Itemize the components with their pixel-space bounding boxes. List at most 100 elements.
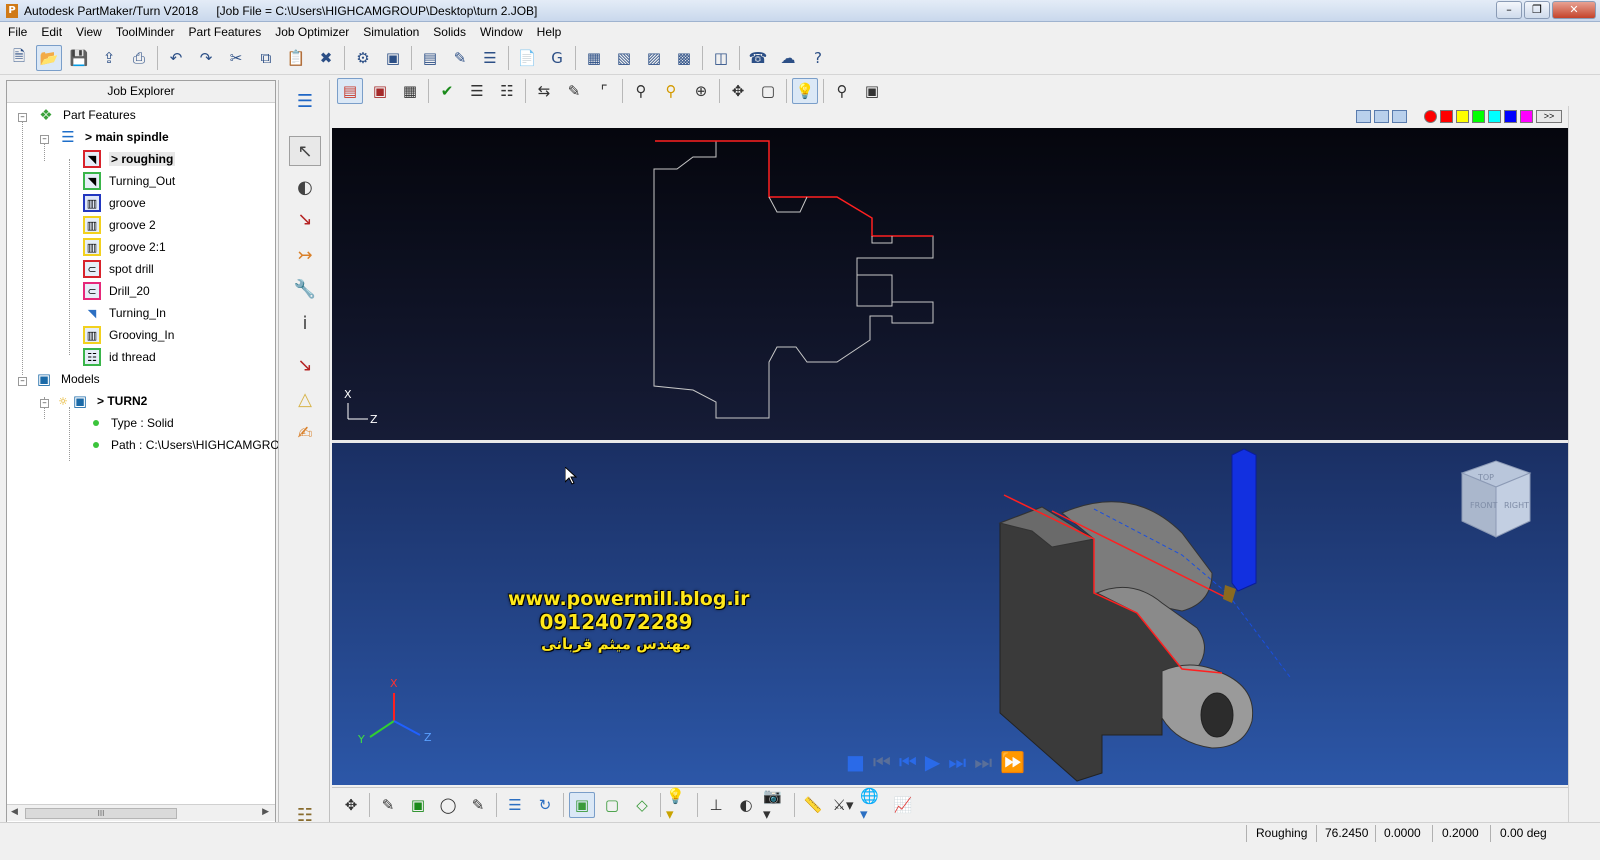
step-forward-icon[interactable]: ⏭ bbox=[974, 750, 992, 774]
layout-split-icon[interactable] bbox=[1374, 110, 1389, 123]
menu-toolminder[interactable]: ToolMinder bbox=[116, 25, 175, 39]
measure-axis-icon[interactable]: ⊥ bbox=[703, 792, 729, 818]
menu-view[interactable]: View bbox=[76, 25, 102, 39]
sync-icon[interactable]: ▨ bbox=[641, 45, 667, 71]
color-swatch-blue[interactable] bbox=[1504, 110, 1517, 123]
profile-icon[interactable]: ↘ bbox=[289, 350, 321, 380]
menu-window[interactable]: Window bbox=[480, 25, 523, 39]
fast-forward-icon[interactable]: ⏩ bbox=[1000, 750, 1025, 774]
color-swatch-magenta[interactable] bbox=[1520, 110, 1533, 123]
wireframe-view-icon[interactable]: ▢ bbox=[599, 792, 625, 818]
draw-line-icon[interactable]: ↘ bbox=[289, 204, 321, 234]
tree-item-groove-2-1[interactable]: ▥ groove 2:1 bbox=[83, 237, 166, 257]
rotate-icon[interactable]: ↻ bbox=[532, 792, 558, 818]
color-swatch-red-circle[interactable] bbox=[1424, 110, 1437, 123]
section-icon[interactable]: ◐ bbox=[733, 792, 759, 818]
explorer-horizontal-scrollbar[interactable]: ◀ III ▶ bbox=[7, 804, 275, 821]
gcode-icon[interactable]: G bbox=[544, 45, 570, 71]
step-back-icon[interactable]: ⏮ bbox=[873, 750, 891, 774]
multi-bulb-icon[interactable]: ▣ bbox=[859, 78, 885, 104]
scroll-thumb[interactable]: III bbox=[25, 808, 177, 819]
camera-icon[interactable]: 📷▾ bbox=[763, 787, 789, 823]
wrench-icon[interactable]: 🔧 bbox=[289, 274, 321, 304]
timeline-icon[interactable]: ▧ bbox=[611, 45, 637, 71]
shaded-view-icon[interactable]: ▣ bbox=[569, 791, 595, 818]
feature-icon[interactable]: △ bbox=[289, 384, 321, 414]
view-cube-icon[interactable] bbox=[1460, 460, 1532, 538]
grid-icon[interactable]: ▦ bbox=[397, 78, 423, 104]
frame-icon[interactable]: ▢ bbox=[755, 78, 781, 104]
globe-icon[interactable]: 🌐▾ bbox=[860, 787, 886, 823]
menu-edit[interactable]: Edit bbox=[41, 25, 62, 39]
probe-icon[interactable]: ⚲ bbox=[829, 78, 855, 104]
process-table-icon[interactable]: ▤ bbox=[417, 45, 443, 71]
cylinder-icon[interactable]: ◯ bbox=[435, 792, 461, 818]
light-dropdown-icon[interactable]: 💡▾ bbox=[666, 787, 692, 823]
cut-icon[interactable]: ✂ bbox=[223, 45, 249, 71]
zoom-fit-icon[interactable]: ⚲ bbox=[628, 78, 654, 104]
solid-add-icon[interactable]: ▣ bbox=[405, 792, 431, 818]
layout-single-icon[interactable] bbox=[1356, 110, 1371, 123]
turning-tool-icon[interactable]: ↣ bbox=[289, 240, 321, 270]
viewport-2d[interactable]: X Z bbox=[332, 128, 1568, 440]
stock-icon[interactable]: ☰ bbox=[289, 86, 321, 116]
bulb-icon[interactable]: 💡 bbox=[792, 78, 818, 104]
tree-item-main-spindle[interactable]: ☰ > main spindle bbox=[59, 127, 168, 147]
close-button[interactable]: ✕ bbox=[1552, 1, 1596, 19]
swap-icon[interactable]: ⇆ bbox=[531, 78, 557, 104]
tree-icon[interactable]: ☰ bbox=[477, 45, 503, 71]
undo-icon[interactable]: ↶ bbox=[163, 45, 189, 71]
play-icon[interactable]: ▶ bbox=[925, 750, 940, 774]
menu-part-features[interactable]: Part Features bbox=[189, 25, 262, 39]
save-icon[interactable]: 💾 bbox=[66, 45, 92, 71]
scroll-left-icon[interactable]: ◀ bbox=[11, 807, 18, 817]
minimize-button[interactable]: – bbox=[1496, 1, 1522, 19]
scroll-right-icon[interactable]: ▶ bbox=[262, 807, 269, 817]
stock-view-icon[interactable]: ☰ bbox=[502, 792, 528, 818]
tool-path-icon[interactable]: ✍ bbox=[289, 418, 321, 448]
menu-simulation[interactable]: Simulation bbox=[363, 25, 419, 39]
layers2-icon[interactable]: ☷ bbox=[494, 78, 520, 104]
menu-job-optimizer[interactable]: Job Optimizer bbox=[275, 25, 349, 39]
fixture-icon[interactable]: ▣ bbox=[380, 45, 406, 71]
edit-process-icon[interactable]: ✎ bbox=[447, 45, 473, 71]
color-swatch-yellow[interactable] bbox=[1456, 110, 1469, 123]
menu-solids[interactable]: Solids bbox=[433, 25, 466, 39]
color-swatch-red[interactable] bbox=[1440, 110, 1453, 123]
delete-icon[interactable]: ✖ bbox=[313, 45, 339, 71]
tree-item-roughing[interactable]: ◥ > roughing bbox=[83, 149, 176, 169]
collapse-models-icon[interactable]: – bbox=[18, 377, 27, 386]
print-icon[interactable]: ⎙ bbox=[126, 45, 152, 71]
tree-item-part-features[interactable]: ❖ Part Features bbox=[37, 105, 135, 125]
phone-icon[interactable]: ☎ bbox=[745, 45, 771, 71]
help-icon[interactable]: ? bbox=[805, 45, 831, 71]
open-file-icon[interactable]: 📂 bbox=[36, 45, 62, 71]
tree-item-turning-in[interactable]: ◥ Turning_In bbox=[83, 303, 166, 323]
redo-icon[interactable]: ↷ bbox=[193, 45, 219, 71]
pan-icon[interactable]: ✥ bbox=[725, 78, 751, 104]
tree-item-grooving-in[interactable]: ▥ Grooving_In bbox=[83, 325, 174, 345]
import-icon[interactable]: ⇪ bbox=[96, 45, 122, 71]
more-colors-button[interactable]: >> bbox=[1536, 110, 1562, 123]
check-icon[interactable]: ✔ bbox=[434, 78, 460, 104]
collapse-main-spindle-icon[interactable]: – bbox=[40, 135, 49, 144]
layers-icon[interactable]: ☰ bbox=[464, 78, 490, 104]
channel-icon[interactable]: ▩ bbox=[671, 45, 697, 71]
menu-file[interactable]: File bbox=[8, 25, 27, 39]
zoom-tool-icon[interactable]: ✥ bbox=[338, 792, 364, 818]
tree-item-models[interactable]: ▣ Models bbox=[35, 369, 100, 389]
step-icon[interactable]: ⌜ bbox=[591, 78, 617, 104]
color-swatch-cyan[interactable] bbox=[1488, 110, 1501, 123]
new-file-icon[interactable]: 🗎 bbox=[6, 45, 32, 71]
tree-item-turning-out[interactable]: ◥ Turning_Out bbox=[83, 171, 175, 191]
tree-item-drill-20[interactable]: ⊂ Drill_20 bbox=[83, 281, 150, 301]
chart-icon[interactable]: 📈 bbox=[890, 792, 916, 818]
cloud-icon[interactable]: ☁ bbox=[775, 45, 801, 71]
select-pointer-icon[interactable]: ↖ bbox=[289, 136, 321, 166]
sketch-icon[interactable]: ✎ bbox=[375, 792, 401, 818]
info-icon[interactable]: i bbox=[289, 308, 321, 338]
menu-help[interactable]: Help bbox=[537, 25, 562, 39]
optimizer-icon[interactable]: ▦ bbox=[581, 45, 607, 71]
rewind-icon[interactable]: ⏮ bbox=[899, 750, 917, 774]
collapse-turn2-icon[interactable]: – bbox=[40, 399, 49, 408]
